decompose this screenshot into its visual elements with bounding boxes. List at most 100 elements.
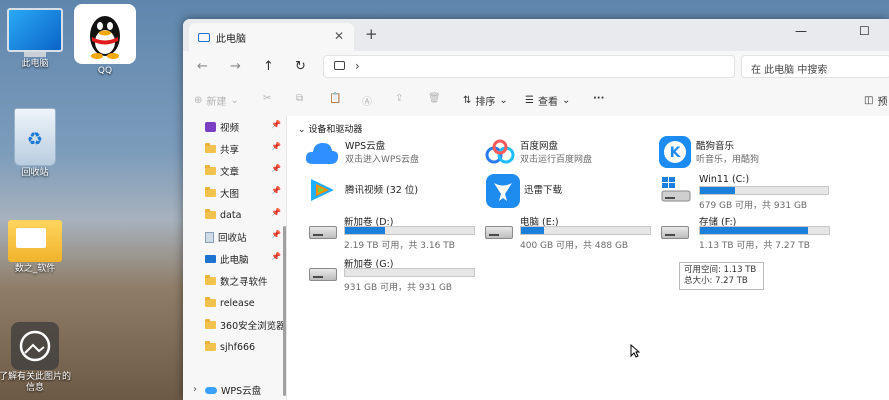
chevron-right-icon[interactable]: › bbox=[355, 59, 360, 73]
section-header-devices[interactable]: ⌄ 设备和驱动器 bbox=[298, 122, 362, 135]
drive-item-d[interactable]: 新加卷 (D:) 2.19 TB 可用，共 3.16 TB bbox=[309, 214, 489, 251]
copy-icon[interactable]: ⧉ bbox=[296, 93, 303, 104]
back-icon[interactable]: ← bbox=[197, 59, 208, 74]
chevron-down-icon: ⌄ bbox=[499, 95, 508, 106]
view-label: 查看 bbox=[537, 97, 558, 108]
sidebar-item-wps-cloud[interactable]: WPS云盘 bbox=[205, 380, 261, 400]
drive-usage-fill bbox=[521, 227, 545, 234]
drive-space: 400 GB 可用，共 488 GB bbox=[520, 241, 629, 251]
drive-item-f[interactable]: 存储 (F:) 1.13 TB 可用，共 7.27 TB bbox=[661, 214, 841, 251]
monitor-stand-icon bbox=[24, 52, 46, 57]
desktop-icon-qq[interactable]: QQ bbox=[70, 4, 140, 77]
app-item-tencent-video[interactable]: 腾讯视频 (32 位) bbox=[307, 176, 467, 206]
chevron-right-icon[interactable]: › bbox=[193, 384, 197, 395]
paste-icon[interactable]: 📋 bbox=[329, 93, 341, 104]
this-pc-icon bbox=[205, 255, 216, 263]
sidebar-item-data[interactable]: data bbox=[205, 205, 241, 225]
new-button[interactable]: ⊕ 新建 ⌄ bbox=[194, 93, 239, 108]
sidebar-item-release[interactable]: release bbox=[205, 293, 255, 313]
pin-icon: 📌 bbox=[271, 142, 281, 151]
app-item-wps-cloud[interactable]: WPS云盘 双击进入WPS云盘 bbox=[305, 138, 465, 168]
new-label: 新建 bbox=[206, 97, 227, 108]
forward-icon[interactable]: → bbox=[230, 59, 241, 74]
folder-icon bbox=[205, 297, 216, 307]
view-icon: ☰ bbox=[525, 95, 534, 106]
drive-space: 679 GB 可用，共 931 GB bbox=[699, 201, 808, 211]
delete-icon[interactable]: 🗑 bbox=[428, 93, 441, 104]
desktop-icon-folder[interactable]: 数之_软件 bbox=[0, 220, 70, 275]
drive-space: 931 GB 可用，共 931 GB bbox=[344, 283, 453, 293]
drive-usage-fill bbox=[700, 227, 809, 234]
this-pc-icon bbox=[198, 32, 210, 42]
chevron-down-icon: ⌄ bbox=[298, 125, 306, 135]
close-tab-icon[interactable]: ✕ bbox=[334, 29, 344, 43]
xunlei-icon bbox=[486, 174, 520, 208]
app-item-kugou[interactable]: K 酷狗音乐 听音乐，用酷狗 bbox=[659, 136, 819, 168]
desktop-icon-label: 了解有关此图片的信息 bbox=[0, 372, 71, 393]
rename-icon[interactable]: Ⓐ bbox=[362, 93, 372, 108]
more-options-button[interactable]: ··· bbox=[593, 93, 604, 104]
cloud-icon bbox=[205, 386, 217, 394]
search-input[interactable]: 在 此电脑 中搜索 bbox=[741, 55, 889, 78]
sidebar-item-label: 360安全浏览器 bbox=[220, 321, 286, 332]
desktop-icon-label: 此电脑 bbox=[21, 59, 49, 69]
address-bar[interactable]: › bbox=[323, 55, 735, 78]
refresh-icon[interactable]: ↻ bbox=[295, 59, 306, 74]
sort-button[interactable]: ⇅ 排序 ⌄ bbox=[463, 93, 508, 108]
drive-item-c[interactable]: Win11 (C:) 679 GB 可用，共 931 GB bbox=[659, 174, 839, 211]
desktop-icon-this-pc[interactable]: 此电脑 bbox=[0, 8, 70, 70]
sidebar-item-this-pc[interactable]: 此电脑 bbox=[205, 249, 249, 269]
folder-icon bbox=[205, 187, 216, 197]
sidebar-item-360-browser[interactable]: 360安全浏览器 bbox=[205, 315, 286, 335]
hard-drive-icon bbox=[485, 226, 513, 239]
app-name: 腾讯视频 (32 位) bbox=[345, 185, 419, 196]
sidebar-item-label: 此电脑 bbox=[220, 255, 249, 266]
drive-usage-bar bbox=[344, 226, 475, 235]
kugou-icon: K bbox=[659, 136, 691, 168]
recycle-bin-icon: ♻ bbox=[14, 108, 56, 166]
windows-drive-icon bbox=[661, 176, 691, 202]
drive-item-e[interactable]: 电脑 (E:) 400 GB 可用，共 488 GB bbox=[485, 214, 665, 251]
title-bar: 此电脑 ✕ + — ☐ bbox=[183, 19, 889, 51]
sidebar-scrollbar[interactable] bbox=[283, 226, 286, 396]
minimize-button[interactable]: — bbox=[795, 24, 807, 38]
desktop-icon-photo-info[interactable]: 了解有关此图片的信息 bbox=[0, 322, 71, 394]
preview-button[interactable]: ◫ 预 bbox=[864, 93, 887, 108]
command-bar: ⊕ 新建 ⌄ ✂ ⧉ 📋 Ⓐ ⇪ 🗑 ⇅ 排序 ⌄ ☰ 查看 ⌄ ··· ◫ 预 bbox=[183, 84, 889, 117]
sidebar-item-label: data bbox=[220, 209, 242, 221]
tab-this-pc[interactable]: 此电脑 ✕ bbox=[189, 23, 354, 51]
app-item-baidu-netdisk[interactable]: 百度网盘 双击运行百度网盘 bbox=[483, 138, 643, 168]
app-item-xunlei[interactable]: 迅雷下载 bbox=[483, 174, 643, 208]
sidebar-item-sjhf666[interactable]: sjhf666 bbox=[205, 337, 255, 357]
desktop-icon-recycle-bin[interactable]: ♻ 回收站 bbox=[0, 108, 70, 179]
folder-icon bbox=[205, 165, 216, 175]
pin-icon: 📌 bbox=[271, 186, 281, 195]
recycle-bin-icon bbox=[205, 231, 214, 243]
app-description: 双击运行百度网盘 bbox=[520, 155, 593, 165]
drive-usage-fill bbox=[345, 227, 385, 234]
sidebar-item-software[interactable]: 数之寻软件 bbox=[205, 271, 268, 291]
svg-text:K: K bbox=[670, 145, 682, 161]
up-icon[interactable]: ↑ bbox=[263, 59, 274, 74]
sidebar-item-big-pictures[interactable]: 大图 bbox=[205, 183, 239, 203]
share-icon[interactable]: ⇪ bbox=[395, 93, 403, 104]
sidebar-item-videos[interactable]: 视频 bbox=[205, 117, 239, 137]
pin-icon: 📌 bbox=[271, 208, 281, 217]
preview-label: 预 bbox=[877, 97, 888, 108]
content-pane: ⌄ 设备和驱动器 WPS云盘 双击进入WPS云盘 百度网盘 双击运行百度网盘 K… bbox=[287, 116, 889, 400]
drive-item-g[interactable]: 新加卷 (G:) 931 GB 可用，共 931 GB bbox=[309, 256, 489, 293]
view-button[interactable]: ☰ 查看 ⌄ bbox=[525, 93, 570, 108]
sort-icon: ⇅ bbox=[463, 95, 472, 106]
maximize-button[interactable]: ☐ bbox=[859, 24, 870, 38]
sidebar-item-articles[interactable]: 文章 bbox=[205, 161, 239, 181]
sidebar-item-label: WPS云盘 bbox=[221, 386, 262, 397]
desktop-icon-label: QQ bbox=[97, 66, 113, 76]
desktop-icon-label: 数之_软件 bbox=[14, 264, 56, 274]
baidu-netdisk-icon bbox=[485, 139, 515, 164]
new-tab-button[interactable]: + bbox=[365, 25, 378, 43]
sidebar-item-recycle-bin[interactable]: 回收站 bbox=[205, 227, 247, 247]
video-folder-icon bbox=[205, 122, 216, 132]
app-description: 双击进入WPS云盘 bbox=[345, 155, 420, 165]
sidebar-item-share[interactable]: 共享 bbox=[205, 139, 239, 159]
cut-icon[interactable]: ✂ bbox=[263, 93, 271, 104]
